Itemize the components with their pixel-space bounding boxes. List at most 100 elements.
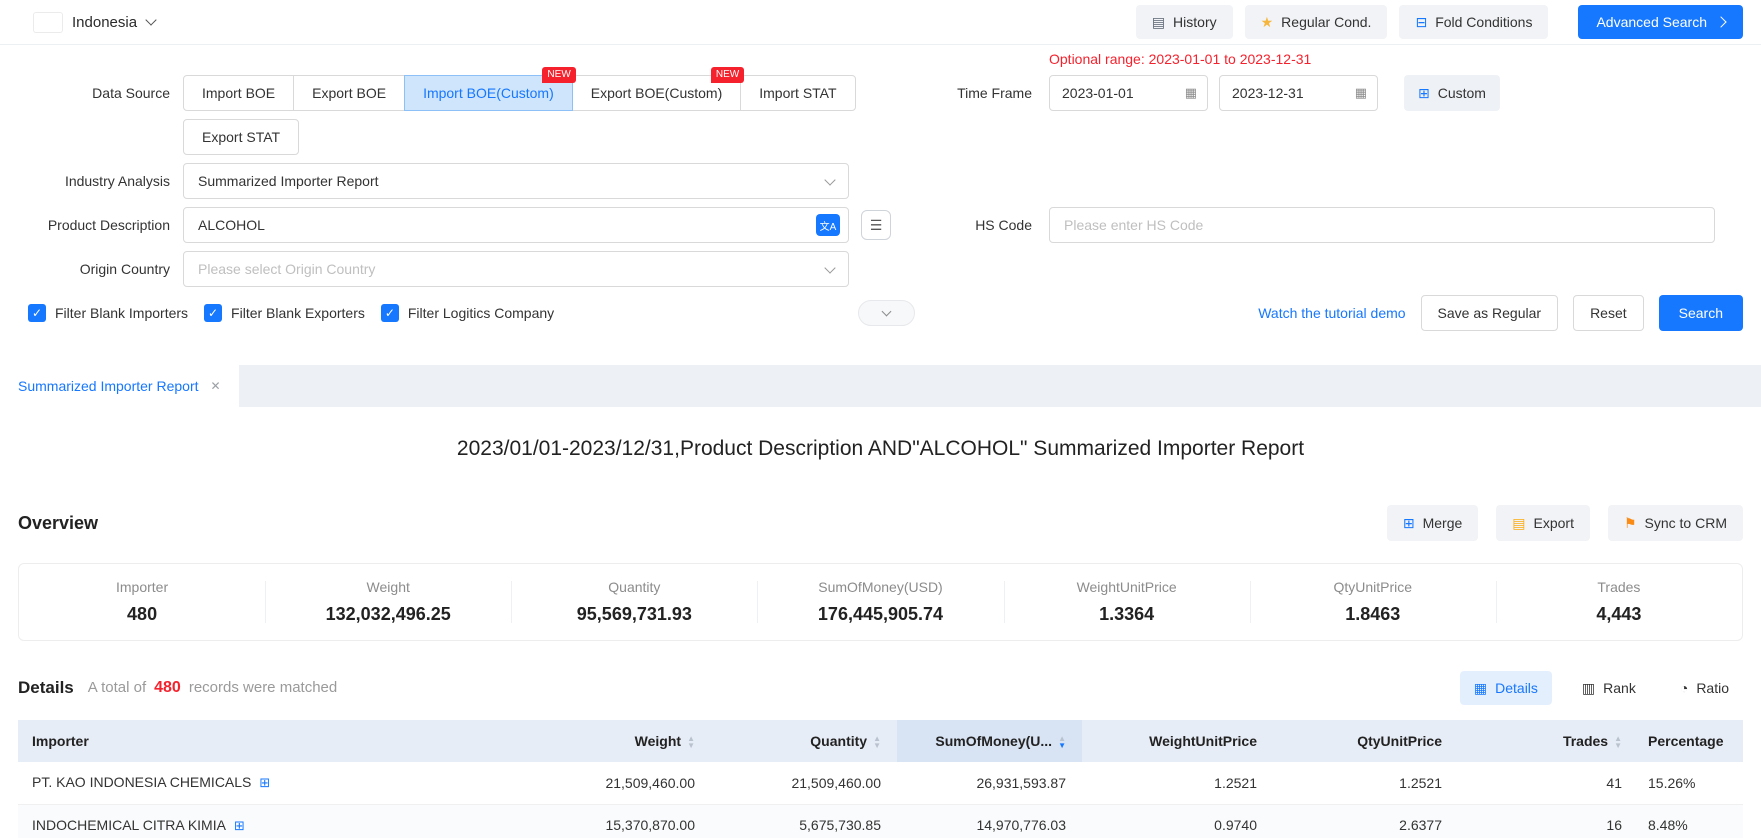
table-row: PT. KAO INDONESIA CHEMICALS ⊞ 21,509,460.… xyxy=(18,762,1743,804)
tab-import-boe-custom[interactable]: Import BOE(Custom) NEW xyxy=(404,75,573,111)
advanced-search-button[interactable]: Advanced Search xyxy=(1578,5,1743,39)
cell-sum-of-money: 14,970,776.03 xyxy=(897,804,1082,838)
table-row: INDOCHEMICAL CITRA KIMIA⊞ 15,370,870.00 … xyxy=(18,804,1743,838)
date-from-input[interactable] xyxy=(1062,85,1179,101)
importer-link[interactable]: INDOCHEMICAL CITRA KIMIA xyxy=(32,817,226,833)
collapse-conditions-button[interactable] xyxy=(858,300,915,326)
sync-flag-icon: ⚑ xyxy=(1624,515,1637,532)
cell-percentage: 8.48% xyxy=(1638,804,1743,838)
history-button[interactable]: ▤ History xyxy=(1136,5,1233,39)
view-rank-button[interactable]: ▥ Rank xyxy=(1568,671,1650,705)
merge-icon: ⊞ xyxy=(1403,515,1415,532)
view-details-button[interactable]: ▦ Details xyxy=(1460,671,1552,705)
stat-qty-unit-price: QtyUnitPrice 1.8463 xyxy=(1250,579,1496,625)
topbar-actions: ▤ History ★ Regular Cond. ⊟ Fold Conditi… xyxy=(1124,5,1743,39)
company-detail-icon[interactable]: ⊞ xyxy=(259,775,270,790)
fold-conditions-button[interactable]: ⊟ Fold Conditions xyxy=(1399,5,1548,39)
page: Indonesia ▤ History ★ Regular Cond. ⊟ Fo… xyxy=(0,0,1761,838)
date-to-field[interactable]: ▦ xyxy=(1219,75,1378,111)
origin-country-select[interactable]: Please select Origin Country xyxy=(183,251,849,287)
origin-country-placeholder: Please select Origin Country xyxy=(198,261,375,277)
product-description-input[interactable] xyxy=(198,217,816,233)
hs-code-input[interactable] xyxy=(1064,217,1706,233)
company-detail-icon[interactable]: ⊞ xyxy=(234,818,245,833)
optional-range-hint: Optional range: 2023-01-01 to 2023-12-31 xyxy=(1049,51,1761,71)
col-weight-unit-price[interactable]: WeightUnitPrice xyxy=(1082,720,1273,762)
merge-button[interactable]: ⊞ Merge xyxy=(1387,505,1478,541)
product-description-field[interactable]: 文A xyxy=(183,207,849,243)
history-label: History xyxy=(1173,14,1217,30)
cell-weight: 15,370,870.00 xyxy=(525,804,711,838)
importer-link[interactable]: PT. KAO INDONESIA CHEMICALS xyxy=(32,774,251,790)
regular-cond-label: Regular Cond. xyxy=(1281,14,1371,30)
industry-analysis-select[interactable]: Summarized Importer Report xyxy=(183,163,849,199)
custom-range-button[interactable]: ⊞ Custom xyxy=(1404,75,1500,111)
date-to-input[interactable] xyxy=(1232,85,1349,101)
filter-blank-exporters-checkbox[interactable]: ✓ Filter Blank Exporters xyxy=(204,304,365,322)
cell-weight: 21,509,460.00 xyxy=(525,762,711,804)
match-info: A total of 480 records were matched xyxy=(88,679,337,697)
save-as-regular-button[interactable]: Save as Regular xyxy=(1421,295,1559,331)
stat-importer: Importer 480 xyxy=(19,579,265,625)
industry-analysis-label: Industry Analysis xyxy=(0,163,170,199)
col-trades[interactable]: Trades▲▼ xyxy=(1458,720,1638,762)
country-name: Indonesia xyxy=(72,14,137,31)
filter-logistics-company-checkbox[interactable]: ✓ Filter Logitics Company xyxy=(381,304,554,322)
col-percentage[interactable]: Percentage xyxy=(1638,720,1743,762)
close-icon[interactable]: ✕ xyxy=(211,379,221,393)
tab-export-boe-custom[interactable]: Export BOE(Custom) NEW xyxy=(572,75,741,111)
details-header: Details A total of 480 records were matc… xyxy=(18,671,1743,705)
sort-icon[interactable]: ▲▼ xyxy=(1058,735,1066,749)
export-label: Export xyxy=(1534,515,1574,531)
col-qty-unit-price[interactable]: QtyUnitPrice xyxy=(1273,720,1458,762)
product-description-label: Product Description xyxy=(0,207,170,243)
col-sum-of-money[interactable]: SumOfMoney(U...▲▼ xyxy=(897,720,1082,762)
hs-code-field[interactable] xyxy=(1049,207,1715,243)
sort-icon[interactable]: ▲▼ xyxy=(873,735,881,749)
tab-export-stat[interactable]: Export STAT xyxy=(183,119,299,155)
result-tab-label: Summarized Importer Report xyxy=(18,378,199,394)
date-from-field[interactable]: ▦ xyxy=(1049,75,1208,111)
origin-country-label: Origin Country xyxy=(0,251,170,287)
cell-qty-unit-price: 1.2521 xyxy=(1273,762,1458,804)
cell-quantity: 5,675,730.85 xyxy=(711,804,897,838)
regular-cond-button[interactable]: ★ Regular Cond. xyxy=(1245,5,1388,39)
star-icon: ★ xyxy=(1261,15,1274,29)
search-button[interactable]: Search xyxy=(1659,295,1743,331)
new-badge: NEW xyxy=(542,67,575,83)
col-weight[interactable]: Weight▲▼ xyxy=(525,720,711,762)
overview-stats: Importer 480 Weight 132,032,496.25 Quant… xyxy=(18,563,1743,641)
tutorial-link[interactable]: Watch the tutorial demo xyxy=(1258,305,1405,321)
cell-weight-unit-price: 0.9740 xyxy=(1082,804,1273,838)
col-quantity[interactable]: Quantity▲▼ xyxy=(711,720,897,762)
tab-export-boe[interactable]: Export BOE xyxy=(293,75,405,111)
sort-icon[interactable]: ▲▼ xyxy=(687,735,695,749)
stat-weight-unit-price: WeightUnitPrice 1.3364 xyxy=(1004,579,1250,625)
tab-summarized-importer-report[interactable]: Summarized Importer Report ✕ xyxy=(0,365,239,407)
translate-icon[interactable]: 文A xyxy=(816,214,840,236)
report-title: 2023/01/01-2023/12/31,Product Descriptio… xyxy=(0,437,1761,461)
data-source-row-2: Export STAT xyxy=(0,119,1761,155)
custom-label: Custom xyxy=(1438,85,1486,101)
custom-icon: ⊞ xyxy=(1418,85,1430,102)
origin-country-row: Origin Country Please select Origin Coun… xyxy=(0,251,1761,287)
tab-import-stat[interactable]: Import STAT xyxy=(740,75,855,111)
sync-to-crm-button[interactable]: ⚑ Sync to CRM xyxy=(1608,505,1743,541)
industry-analysis-row: Industry Analysis Summarized Importer Re… xyxy=(0,163,1761,199)
filter-blank-importers-label: Filter Blank Importers xyxy=(55,305,188,321)
details-grid-icon: ▦ xyxy=(1474,680,1487,697)
reset-button[interactable]: Reset xyxy=(1573,295,1644,331)
sort-icon[interactable]: ▲▼ xyxy=(1614,735,1622,749)
export-button[interactable]: ▤ Export xyxy=(1496,505,1590,541)
country-selector[interactable]: Indonesia xyxy=(34,13,155,32)
view-ratio-button[interactable]: ◔ Ratio xyxy=(1666,671,1743,705)
col-importer[interactable]: Importer xyxy=(18,720,525,762)
ratio-pie-icon: ◔ xyxy=(1680,680,1688,696)
time-frame-group: Time Frame ▦ ▦ ⊞ Custom xyxy=(862,75,1500,111)
tab-import-boe[interactable]: Import BOE xyxy=(183,75,294,111)
filter-blank-importers-checkbox[interactable]: ✓ Filter Blank Importers xyxy=(28,304,188,322)
search-panel: Optional range: 2023-01-01 to 2023-12-31… xyxy=(0,45,1761,357)
stat-trades: Trades 4,443 xyxy=(1496,579,1742,625)
details-heading: Details xyxy=(18,678,74,698)
history-icon: ▤ xyxy=(1152,15,1165,29)
